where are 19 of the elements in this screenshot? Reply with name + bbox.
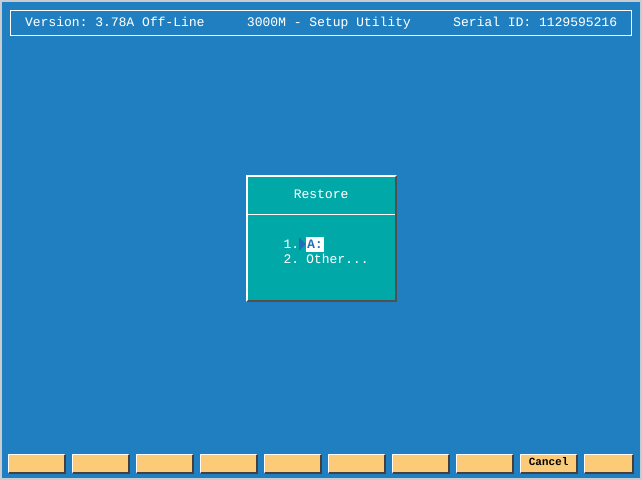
function-key[interactable]: [200, 454, 258, 474]
function-key[interactable]: [392, 454, 450, 474]
pointer-icon: [299, 237, 306, 251]
version-text: Version: 3.78A Off-Line: [25, 14, 204, 32]
function-key[interactable]: [456, 454, 514, 474]
function-key[interactable]: [72, 454, 130, 474]
item-number: 2.: [284, 252, 300, 266]
menu-item[interactable]: Other...: [306, 252, 369, 266]
app-title: 3000M - Setup Utility: [246, 14, 411, 32]
item-number: 1.: [284, 236, 300, 252]
menu-item[interactable]: A:: [306, 236, 324, 252]
function-key[interactable]: [136, 454, 194, 474]
function-key[interactable]: [264, 454, 322, 474]
function-key[interactable]: [328, 454, 386, 474]
function-key[interactable]: [584, 454, 634, 474]
cancel-button[interactable]: Cancel: [520, 454, 578, 474]
dialog-title: Restore: [294, 186, 348, 204]
serial-text: Serial ID: 1129595216: [453, 14, 617, 32]
function-key[interactable]: [8, 454, 66, 474]
